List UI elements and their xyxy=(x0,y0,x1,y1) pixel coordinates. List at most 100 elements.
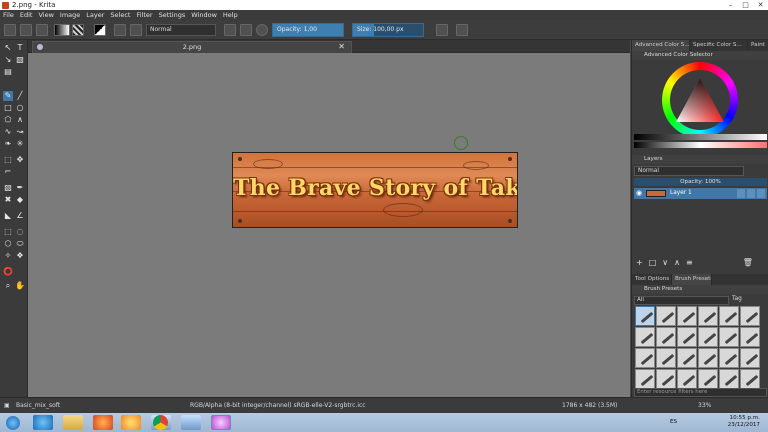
move-layer-down-icon[interactable]: ∨ xyxy=(662,258,668,270)
tab-advanced-color-selector[interactable]: Advanced Color S... xyxy=(632,40,690,51)
folder-icon[interactable] xyxy=(63,415,83,430)
menu-file[interactable]: File xyxy=(3,11,14,19)
polygon-tool-icon[interactable]: ⬠ xyxy=(3,115,13,125)
ellipse-tool-icon[interactable]: ○ xyxy=(15,103,25,113)
brush-presets-icon[interactable] xyxy=(130,24,142,36)
color-picker-icon[interactable]: ✒ xyxy=(15,183,25,193)
similar-select-icon[interactable]: ❖ xyxy=(15,251,25,261)
blend-mode-select[interactable]: Normal xyxy=(146,24,216,36)
opacity-slider[interactable]: Opacity: 1,00 xyxy=(272,23,344,37)
mirror-vertical-icon[interactable] xyxy=(456,24,468,36)
edit-shapes-icon[interactable]: ↘ xyxy=(3,55,13,65)
preserve-alpha-icon[interactable] xyxy=(240,24,252,36)
lock-alpha-icon[interactable] xyxy=(737,189,745,198)
rectangle-tool-icon[interactable]: □ xyxy=(3,103,13,113)
saturation-value-triangle[interactable] xyxy=(676,78,724,122)
menu-filter[interactable]: Filter xyxy=(136,11,152,19)
color-selector[interactable] xyxy=(634,60,767,152)
brush-preset-icon[interactable] xyxy=(698,369,718,389)
firefox-icon[interactable] xyxy=(93,415,113,430)
menu-help[interactable]: Help xyxy=(223,11,238,19)
layers-blend-select[interactable]: Normal xyxy=(634,166,744,176)
clock[interactable]: 10:55 p.m. 23/12/2017 xyxy=(728,415,760,429)
visibility-eye-icon[interactable]: ◉ xyxy=(636,188,642,199)
transform-tool-icon[interactable]: ⬚ xyxy=(3,155,13,165)
measure-tool-icon[interactable]: ∠ xyxy=(15,211,25,221)
freehand-path-icon[interactable]: ↝ xyxy=(15,127,25,137)
brush-tag-button[interactable]: Tag xyxy=(732,296,742,302)
brush-preset-icon[interactable] xyxy=(740,327,760,347)
menu-edit[interactable]: Edit xyxy=(20,11,33,19)
zoom-tool-icon[interactable]: ⌕ xyxy=(3,281,13,291)
ie-icon[interactable] xyxy=(33,415,53,430)
tab-palette[interactable]: Paint xyxy=(748,40,768,51)
chrome-icon[interactable] xyxy=(153,415,168,430)
edit-brush-settings-icon[interactable] xyxy=(114,24,126,36)
gradient-preset-icon[interactable] xyxy=(54,24,70,36)
inherit-alpha-icon[interactable] xyxy=(747,189,755,198)
brush-preset-icon[interactable] xyxy=(656,327,676,347)
move-layer-up-icon[interactable]: ∧ xyxy=(674,258,680,270)
shade-bar[interactable] xyxy=(634,134,767,140)
tab-brush-presets[interactable]: Brush Presets xyxy=(672,274,712,285)
brush-preset-icon[interactable] xyxy=(656,369,676,389)
maximize-button[interactable]: □ xyxy=(738,0,753,10)
brush-preset-icon[interactable] xyxy=(698,348,718,368)
layer-row[interactable]: ◉ Layer 1 xyxy=(634,188,767,199)
select-shapes-icon[interactable]: ↖ xyxy=(3,43,13,53)
tab-tool-options[interactable]: Tool Options xyxy=(632,274,672,285)
assistant-tool-icon[interactable]: ◣ xyxy=(3,211,13,221)
brush-preset-icon[interactable] xyxy=(740,348,760,368)
new-document-icon[interactable] xyxy=(4,24,16,36)
reload-preset-icon[interactable] xyxy=(256,24,268,36)
rect-select-icon[interactable]: ⬚ xyxy=(3,227,13,237)
brush-preset-icon[interactable] xyxy=(719,348,739,368)
ellipse-select-icon[interactable]: ◌ xyxy=(15,227,25,237)
brush-preset-icon[interactable] xyxy=(656,306,676,326)
fill-tool-icon[interactable]: ◆ xyxy=(15,195,25,205)
brush-preset-icon[interactable] xyxy=(677,327,697,347)
eraser-mode-icon[interactable] xyxy=(224,24,236,36)
brush-preset-icon[interactable] xyxy=(719,306,739,326)
polyline-tool-icon[interactable]: ∧ xyxy=(15,115,25,125)
brush-preset-icon[interactable] xyxy=(719,369,739,389)
brush-preset-icon[interactable] xyxy=(698,306,718,326)
language-indicator[interactable]: ES xyxy=(670,419,677,425)
line-tool-icon[interactable]: ╱ xyxy=(15,91,25,101)
krita-icon[interactable] xyxy=(211,415,231,430)
menu-select[interactable]: Select xyxy=(110,11,130,19)
open-document-icon[interactable] xyxy=(20,24,32,36)
menu-window[interactable]: Window xyxy=(191,11,217,19)
dynamic-brush-icon[interactable]: ❧ xyxy=(3,139,13,149)
multibrush-icon[interactable]: ✳ xyxy=(15,139,25,149)
contiguous-select-icon[interactable]: ✧ xyxy=(3,251,13,261)
menu-layer[interactable]: Layer xyxy=(86,11,104,19)
pattern-preset-icon[interactable] xyxy=(72,24,84,36)
brush-preset-icon[interactable] xyxy=(740,369,760,389)
windows-start-icon[interactable] xyxy=(6,416,20,430)
brush-preset-icon[interactable] xyxy=(635,306,655,326)
duplicate-layer-icon[interactable]: □ xyxy=(649,258,657,270)
gradient-fill-icon[interactable]: ▧ xyxy=(3,183,13,193)
media-player-icon[interactable] xyxy=(121,415,141,430)
size-slider[interactable]: Size: 100,00 px xyxy=(352,23,424,37)
paint-icon[interactable] xyxy=(181,415,201,430)
brush-preset-icon[interactable] xyxy=(677,306,697,326)
brush-filter-select[interactable]: All xyxy=(634,296,729,305)
fg-bg-color-icon[interactable] xyxy=(94,24,106,36)
calligraphy-icon[interactable]: ▧ xyxy=(15,55,25,65)
tab-specific-color-selector[interactable]: Specific Color S... xyxy=(690,40,748,51)
brush-preset-icon[interactable] xyxy=(635,348,655,368)
brush-preset-icon[interactable] xyxy=(719,327,739,347)
menu-image[interactable]: Image xyxy=(60,11,80,19)
close-document-icon[interactable]: ✕ xyxy=(338,42,345,51)
minimize-button[interactable]: – xyxy=(723,0,738,10)
bezier-tool-icon[interactable]: ∿ xyxy=(3,127,13,137)
document-tab[interactable]: 2.png ✕ xyxy=(32,41,352,53)
brush-preset-icon[interactable] xyxy=(740,306,760,326)
crop-tool-icon[interactable]: ⌐ xyxy=(3,167,13,177)
move-tool-icon[interactable]: ✥ xyxy=(15,155,25,165)
canvas[interactable]: The Brave Story of Tak xyxy=(28,53,630,397)
text-tool-icon[interactable]: T xyxy=(15,43,25,53)
freehand-brush-icon[interactable]: ✎ xyxy=(3,91,13,101)
